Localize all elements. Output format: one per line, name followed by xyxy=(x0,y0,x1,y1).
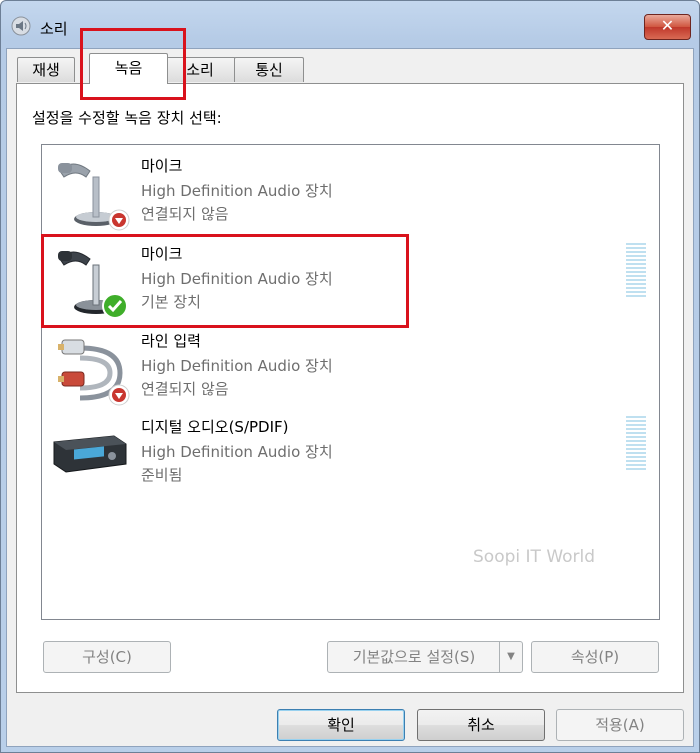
dialog-client-area: 재생 녹음 소리 통신 설정을 수정할 녹음 장치 선택: 마이크 High D… xyxy=(6,48,694,747)
device-name: 라인 입력 xyxy=(141,332,201,350)
ok-button[interactable]: 확인 xyxy=(277,709,405,741)
level-meter xyxy=(626,243,646,301)
speaker-icon xyxy=(11,16,31,36)
device-description: High Definition Audio 장치 xyxy=(141,357,333,375)
tab-playback[interactable]: 재생 xyxy=(17,57,75,82)
list-item-digital-audio[interactable]: 디지털 오디오(S/PDIF) High Definition Audio 장치… xyxy=(46,410,656,496)
device-description: High Definition Audio 장치 xyxy=(141,182,333,200)
device-status: 연결되지 않음 xyxy=(141,380,229,398)
digital-audio-receiver-icon xyxy=(53,435,127,473)
tab-recording[interactable]: 녹음 xyxy=(89,53,168,84)
device-status: 준비됨 xyxy=(141,466,183,484)
list-item-line-in[interactable]: 라인 입력 High Definition Audio 장치 연결되지 않음 xyxy=(46,324,656,410)
set-default-label: 기본값으로 설정(S) xyxy=(352,648,476,666)
level-meter xyxy=(626,416,646,474)
device-status: 기본 장치 xyxy=(141,293,201,311)
list-item-microphone-2[interactable]: 마이크 High Definition Audio 장치 기본 장치 xyxy=(46,237,656,323)
device-description: High Definition Audio 장치 xyxy=(141,270,333,288)
recording-device-list[interactable]: 마이크 High Definition Audio 장치 연결되지 않음 마이크… xyxy=(41,144,660,620)
device-description: High Definition Audio 장치 xyxy=(141,443,333,461)
properties-button[interactable]: 속성(P) xyxy=(531,641,659,673)
watermark-text: Soopi IT World xyxy=(473,547,596,567)
default-check-badge-icon xyxy=(102,293,128,319)
close-button[interactable]: ✕ xyxy=(644,14,691,40)
device-name: 마이크 xyxy=(141,245,183,263)
disconnected-badge-icon xyxy=(108,384,130,406)
chevron-down-icon[interactable]: ▼ xyxy=(499,642,522,672)
set-default-button[interactable]: 기본값으로 설정(S) ▼ xyxy=(327,641,523,673)
configure-button[interactable]: 구성(C) xyxy=(43,641,171,673)
device-name: 마이크 xyxy=(141,157,183,175)
title-bar[interactable]: 소리 ✕ xyxy=(1,1,699,49)
tab-sounds[interactable]: 소리 xyxy=(164,57,236,82)
cancel-button[interactable]: 취소 xyxy=(417,709,545,741)
device-status: 연결되지 않음 xyxy=(141,205,229,223)
device-name: 디지털 오디오(S/PDIF) xyxy=(141,418,289,436)
disconnected-badge-icon xyxy=(108,209,130,231)
list-item-microphone-1[interactable]: 마이크 High Definition Audio 장치 연결되지 않음 xyxy=(46,149,656,235)
tab-communications[interactable]: 통신 xyxy=(234,57,304,82)
apply-button[interactable]: 적용(A) xyxy=(556,709,684,741)
instruction-label: 설정을 수정할 녹음 장치 선택: xyxy=(32,109,222,127)
window-title: 소리 xyxy=(40,20,68,38)
